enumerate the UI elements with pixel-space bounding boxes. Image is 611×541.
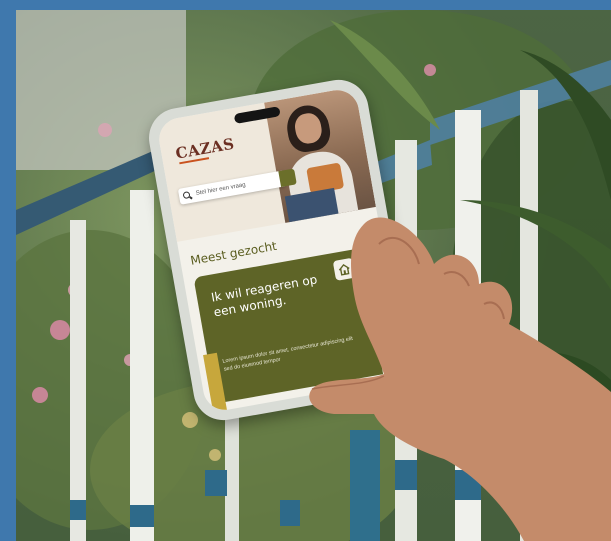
search-icon bbox=[182, 190, 192, 200]
search-placeholder: Stel hier een vraag bbox=[195, 182, 247, 197]
search-submit-button[interactable] bbox=[278, 168, 297, 188]
photo-frame: CAZAS Stel hier een vraag Meest gezocht … bbox=[0, 0, 611, 541]
frame-border-left bbox=[0, 0, 16, 541]
search-input[interactable]: Stel hier een vraag bbox=[177, 168, 297, 205]
hand bbox=[309, 217, 611, 541]
section-title: Meest gezocht bbox=[189, 238, 278, 268]
frame-border-top bbox=[0, 0, 611, 10]
